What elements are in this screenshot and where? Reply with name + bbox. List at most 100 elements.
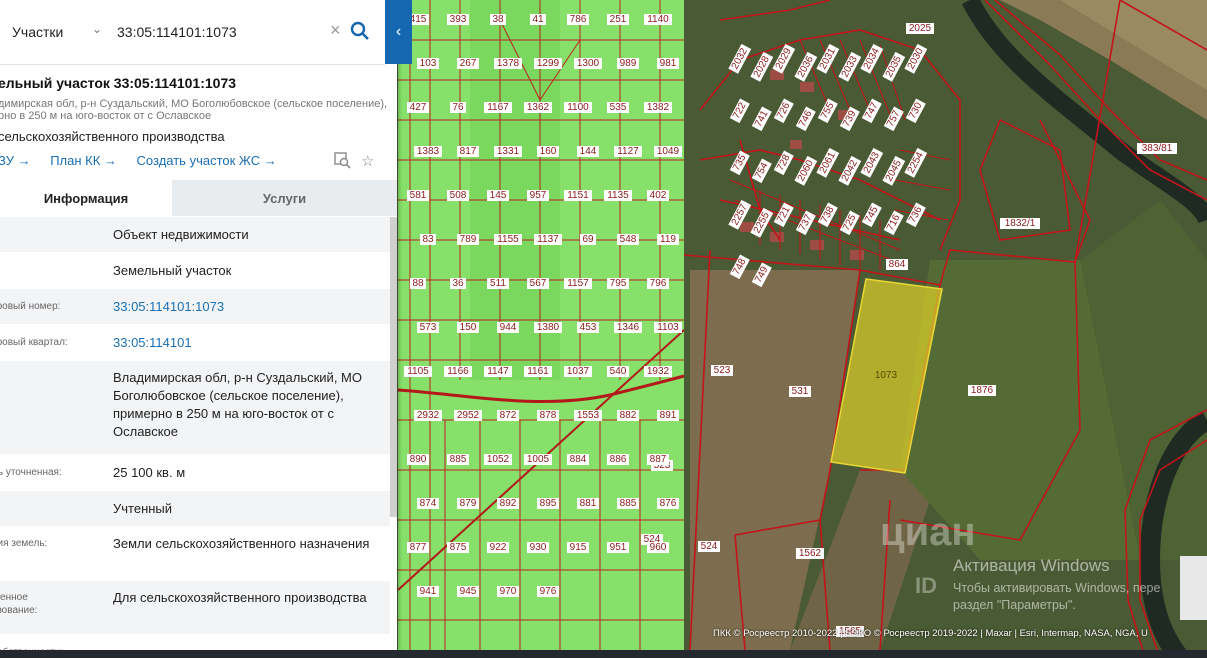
parcel-label[interactable]: 915	[570, 542, 587, 553]
parcel-label[interactable]: 885	[620, 498, 637, 509]
parcel-label[interactable]: 1300	[577, 58, 600, 69]
parcel-label[interactable]: 1100	[567, 102, 589, 113]
parcel-label[interactable]: 1049	[657, 146, 680, 157]
parcel-label[interactable]: 881	[580, 498, 597, 509]
parcel-label[interactable]: 886	[610, 454, 627, 465]
parcel-label[interactable]: 144	[580, 146, 597, 157]
parcel-label[interactable]: 573	[420, 322, 437, 333]
attribute-link[interactable]: 33:05:114101:1073	[113, 298, 383, 316]
search-input[interactable]: 33:05:114101:1073	[117, 24, 237, 40]
parcel-label[interactable]: 36	[452, 278, 464, 289]
parcel-label[interactable]: 1932	[647, 366, 670, 377]
parcel-label[interactable]: 864	[889, 259, 906, 270]
parcel-label[interactable]: 160	[540, 146, 557, 157]
parcel-label[interactable]: 981	[660, 58, 677, 69]
parcel-label[interactable]: 875	[450, 542, 467, 553]
collapse-panel-button[interactable]: ‹	[385, 0, 412, 64]
parcel-label[interactable]: 523	[714, 365, 731, 376]
parcel-label[interactable]: 1362	[527, 102, 550, 113]
parcel-label[interactable]: 941	[420, 586, 437, 597]
parcel-label[interactable]: 970	[500, 586, 517, 597]
parcel-label[interactable]: 548	[620, 234, 637, 245]
parcel-label[interactable]: 872	[500, 410, 517, 421]
parcel-label[interactable]: 83	[422, 234, 434, 245]
parcel-label[interactable]: 427	[410, 102, 427, 113]
parcel-label[interactable]: 885	[450, 454, 467, 465]
parcel-label[interactable]: 453	[580, 322, 597, 333]
parcel-label[interactable]: 540	[610, 366, 627, 377]
parcel-label[interactable]: 76	[452, 102, 464, 113]
tab-information[interactable]: Информация	[0, 180, 172, 216]
scrollbar[interactable]	[390, 217, 397, 517]
parcel-label[interactable]: 884	[570, 454, 587, 465]
star-icon[interactable]: ☆	[361, 152, 374, 170]
parcel-label[interactable]: 1105	[407, 366, 429, 377]
parcel-label[interactable]: 951	[610, 542, 627, 553]
parcel-label[interactable]: 882	[620, 410, 637, 421]
link-create-parcel[interactable]: Создать участок ЖС →	[137, 153, 277, 168]
parcel-label[interactable]: 511	[490, 278, 506, 289]
parcel-label[interactable]: 1346	[617, 322, 640, 333]
parcel-label[interactable]: 2952	[457, 410, 480, 421]
parcel-label[interactable]: 877	[410, 542, 427, 553]
parcel-label[interactable]: 895	[540, 498, 557, 509]
parcel-label[interactable]: 1127	[617, 146, 639, 157]
parcel-label[interactable]: 1562	[799, 548, 822, 559]
parcel-label[interactable]: 892	[500, 498, 517, 509]
parcel-label[interactable]: 878	[540, 410, 557, 421]
parcel-label[interactable]: 1155	[497, 234, 519, 245]
parcel-label[interactable]: 817	[460, 146, 477, 157]
parcel-label[interactable]: 2025	[909, 23, 932, 34]
parcel-label[interactable]: 1161	[527, 366, 549, 377]
parcel-label[interactable]: 1037	[567, 366, 590, 377]
parcel-label[interactable]: 531	[792, 386, 809, 397]
parcel-label[interactable]: 879	[460, 498, 477, 509]
parcel-label[interactable]: 524	[701, 541, 718, 552]
parcel-label[interactable]: 1140	[647, 14, 669, 25]
parcel-label[interactable]: 890	[410, 454, 427, 465]
attribute-link[interactable]: 33:05:114101	[113, 334, 383, 352]
search-icon[interactable]	[350, 21, 370, 41]
basemap-switcher[interactable]	[1180, 556, 1207, 620]
parcel-label[interactable]: 1167	[487, 102, 509, 113]
parcel-label[interactable]: 786	[570, 14, 587, 25]
parcel-label[interactable]: 930	[530, 542, 547, 553]
parcel-label[interactable]: 1005	[527, 454, 550, 465]
parcel-label[interactable]: 795	[610, 278, 627, 289]
search-scope-select[interactable]: Участки	[12, 24, 63, 40]
parcel-label[interactable]: 976	[540, 586, 557, 597]
parcel-label[interactable]: 402	[650, 190, 667, 201]
parcel-label[interactable]: 1103	[657, 322, 679, 333]
highlight-parcel-label[interactable]: 1073	[875, 370, 898, 381]
parcel-label[interactable]: 88	[412, 278, 424, 289]
parcel-label[interactable]: 581	[410, 190, 427, 201]
parcel-label[interactable]: 508	[450, 190, 467, 201]
parcel-label[interactable]: 251	[610, 14, 627, 25]
link-plan-kk[interactable]: План КК →	[50, 153, 117, 168]
parcel-label[interactable]: 1137	[537, 234, 559, 245]
parcel-label[interactable]: 876	[660, 498, 677, 509]
parcel-label[interactable]: 150	[460, 322, 477, 333]
parcel-label[interactable]: 944	[500, 322, 517, 333]
parcel-label[interactable]: 957	[530, 190, 547, 201]
parcel-label[interactable]: 38	[492, 14, 504, 25]
parcel-label[interactable]: 393	[450, 14, 467, 25]
parcel-label[interactable]: 1147	[487, 366, 509, 377]
parcel-label[interactable]: 796	[650, 278, 667, 289]
parcel-label[interactable]: 145	[490, 190, 507, 201]
parcel-label[interactable]: 1553	[577, 410, 600, 421]
tab-services[interactable]: Услуги	[172, 180, 397, 216]
parcel-label[interactable]: 1380	[537, 322, 560, 333]
parcel-label[interactable]: 567	[530, 278, 547, 289]
link-zu[interactable]: ЗУ →	[0, 153, 31, 168]
parcel-label[interactable]: 1052	[487, 454, 510, 465]
parcel-label[interactable]: 922	[490, 542, 507, 553]
parcel-label[interactable]: 41	[532, 14, 544, 25]
parcel-label[interactable]: 1876	[971, 385, 994, 396]
parcel-label[interactable]: 69	[582, 234, 594, 245]
parcel-label[interactable]: 960	[650, 542, 667, 553]
chevron-down-icon[interactable]: ⌄	[92, 22, 102, 36]
parcel-label[interactable]: 1331	[497, 146, 520, 157]
parcel-label[interactable]: 1157	[567, 278, 589, 289]
parcel-label[interactable]: 1832/1	[1005, 218, 1036, 229]
